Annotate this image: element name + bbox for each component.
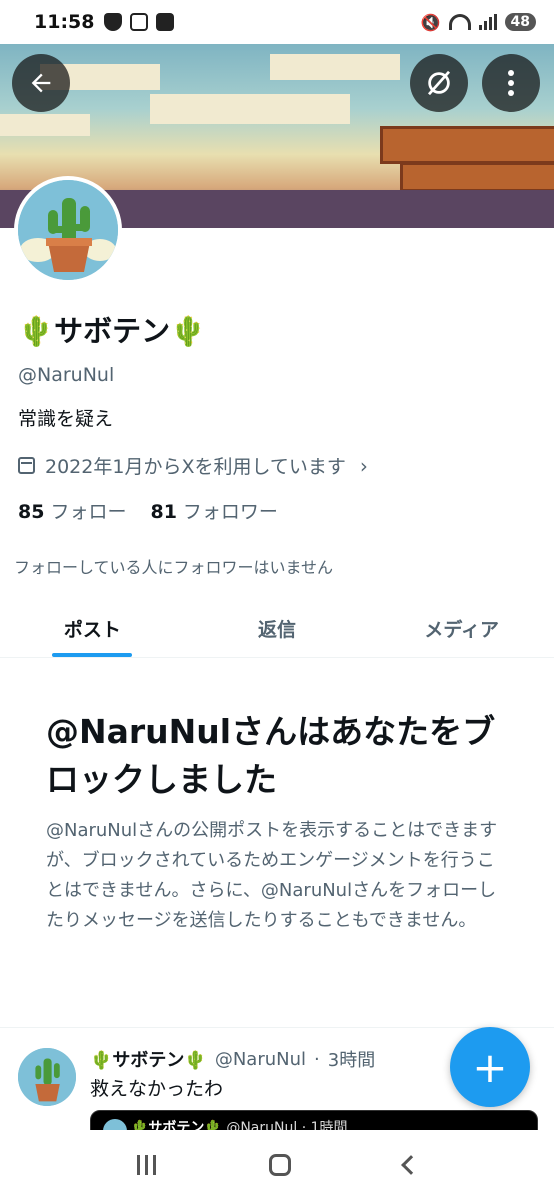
tab-posts[interactable]: ポスト bbox=[0, 600, 185, 657]
tab-label: ポスト bbox=[63, 619, 121, 641]
calendar-icon bbox=[18, 457, 35, 474]
cactus-avatar-image bbox=[18, 180, 118, 280]
join-date-text: 2022年1月からXを利用しています bbox=[45, 456, 346, 478]
tweet-author-name[interactable]: 🌵サボテン🌵 bbox=[90, 1046, 207, 1072]
mute-icon: 🔇 bbox=[420, 12, 441, 32]
banner-cloud bbox=[0, 114, 90, 136]
tab-label: メディア bbox=[424, 619, 500, 641]
battery-indicator: 48 bbox=[504, 13, 536, 31]
following-label: フォロー bbox=[50, 501, 127, 523]
grok-icon bbox=[427, 70, 451, 96]
tab-replies[interactable]: 返信 bbox=[185, 600, 370, 657]
recents-button[interactable] bbox=[136, 1155, 156, 1175]
blocked-title: @NaruNulさんはあなたをブロックしました bbox=[46, 712, 496, 799]
status-notification-icons bbox=[104, 13, 175, 31]
more-button[interactable] bbox=[482, 54, 540, 112]
wifi-icon bbox=[448, 14, 471, 30]
profile-tabs: ポスト 返信 メディア bbox=[0, 600, 554, 658]
back-button[interactable] bbox=[12, 54, 70, 112]
back-nav-button[interactable] bbox=[400, 1155, 421, 1175]
more-vertical-icon bbox=[508, 70, 514, 96]
status-time: 11:58 bbox=[34, 11, 95, 33]
signal-icon bbox=[478, 14, 497, 30]
followers-label: フォロワー bbox=[182, 501, 278, 523]
youtube-icon bbox=[156, 13, 175, 31]
tweet-time: 3時間 bbox=[327, 1050, 376, 1071]
tweet-header: 🌵サボテン🌵 @NaruNul · 3時間 bbox=[90, 1046, 375, 1072]
plus-icon: + bbox=[472, 1042, 508, 1092]
followers-count: 81 bbox=[150, 501, 177, 523]
banner-cloud bbox=[150, 94, 350, 124]
tweet-author-handle: @NaruNul bbox=[214, 1048, 307, 1070]
banner-cloud bbox=[270, 54, 400, 80]
follow-stats: 85 フォロー 81 フォロワー bbox=[18, 497, 278, 524]
banner-plank bbox=[400, 162, 554, 192]
tweet-text: 救えなかったわ bbox=[90, 1078, 224, 1100]
divider bbox=[0, 1027, 554, 1028]
profile-avatar[interactable] bbox=[14, 176, 122, 284]
active-tab-indicator bbox=[52, 653, 133, 657]
home-button[interactable] bbox=[268, 1154, 291, 1176]
chevron-right-icon: › bbox=[359, 453, 368, 478]
tab-media[interactable]: メディア bbox=[369, 600, 554, 657]
following-link[interactable]: 85 フォロー bbox=[18, 497, 126, 524]
cactus-avatar-image bbox=[18, 1048, 76, 1106]
status-bar: 11:58 🔇 48 bbox=[0, 0, 554, 44]
status-system-icons: 🔇 48 bbox=[421, 13, 536, 32]
blocked-description: @NaruNulさんの公開ポストを表示することはできますが、ブロックされているた… bbox=[46, 820, 498, 931]
compose-button[interactable]: + bbox=[450, 1027, 530, 1107]
arrow-left-icon bbox=[31, 73, 51, 93]
tab-label: 返信 bbox=[258, 619, 297, 641]
join-date-row[interactable]: 2022年1月からXを利用しています › bbox=[18, 452, 368, 479]
followers-link[interactable]: 81 フォロワー bbox=[150, 497, 277, 524]
profile-handle: @NaruNul bbox=[18, 364, 115, 386]
profile-name: 🌵サボテン🌵 bbox=[18, 314, 207, 348]
mutual-followers-note: フォローしている人にフォロワーはいません bbox=[14, 558, 334, 577]
scan-icon bbox=[130, 13, 149, 31]
system-navigation-bar bbox=[0, 1130, 554, 1200]
grok-button[interactable] bbox=[410, 54, 468, 112]
shield-icon bbox=[104, 13, 123, 31]
tweet-separator: · bbox=[314, 1048, 320, 1070]
tweet-avatar[interactable] bbox=[18, 1048, 76, 1106]
profile-bio: 常識を疑え bbox=[18, 408, 114, 430]
following-count: 85 bbox=[18, 501, 45, 523]
banner-plank bbox=[380, 126, 554, 164]
